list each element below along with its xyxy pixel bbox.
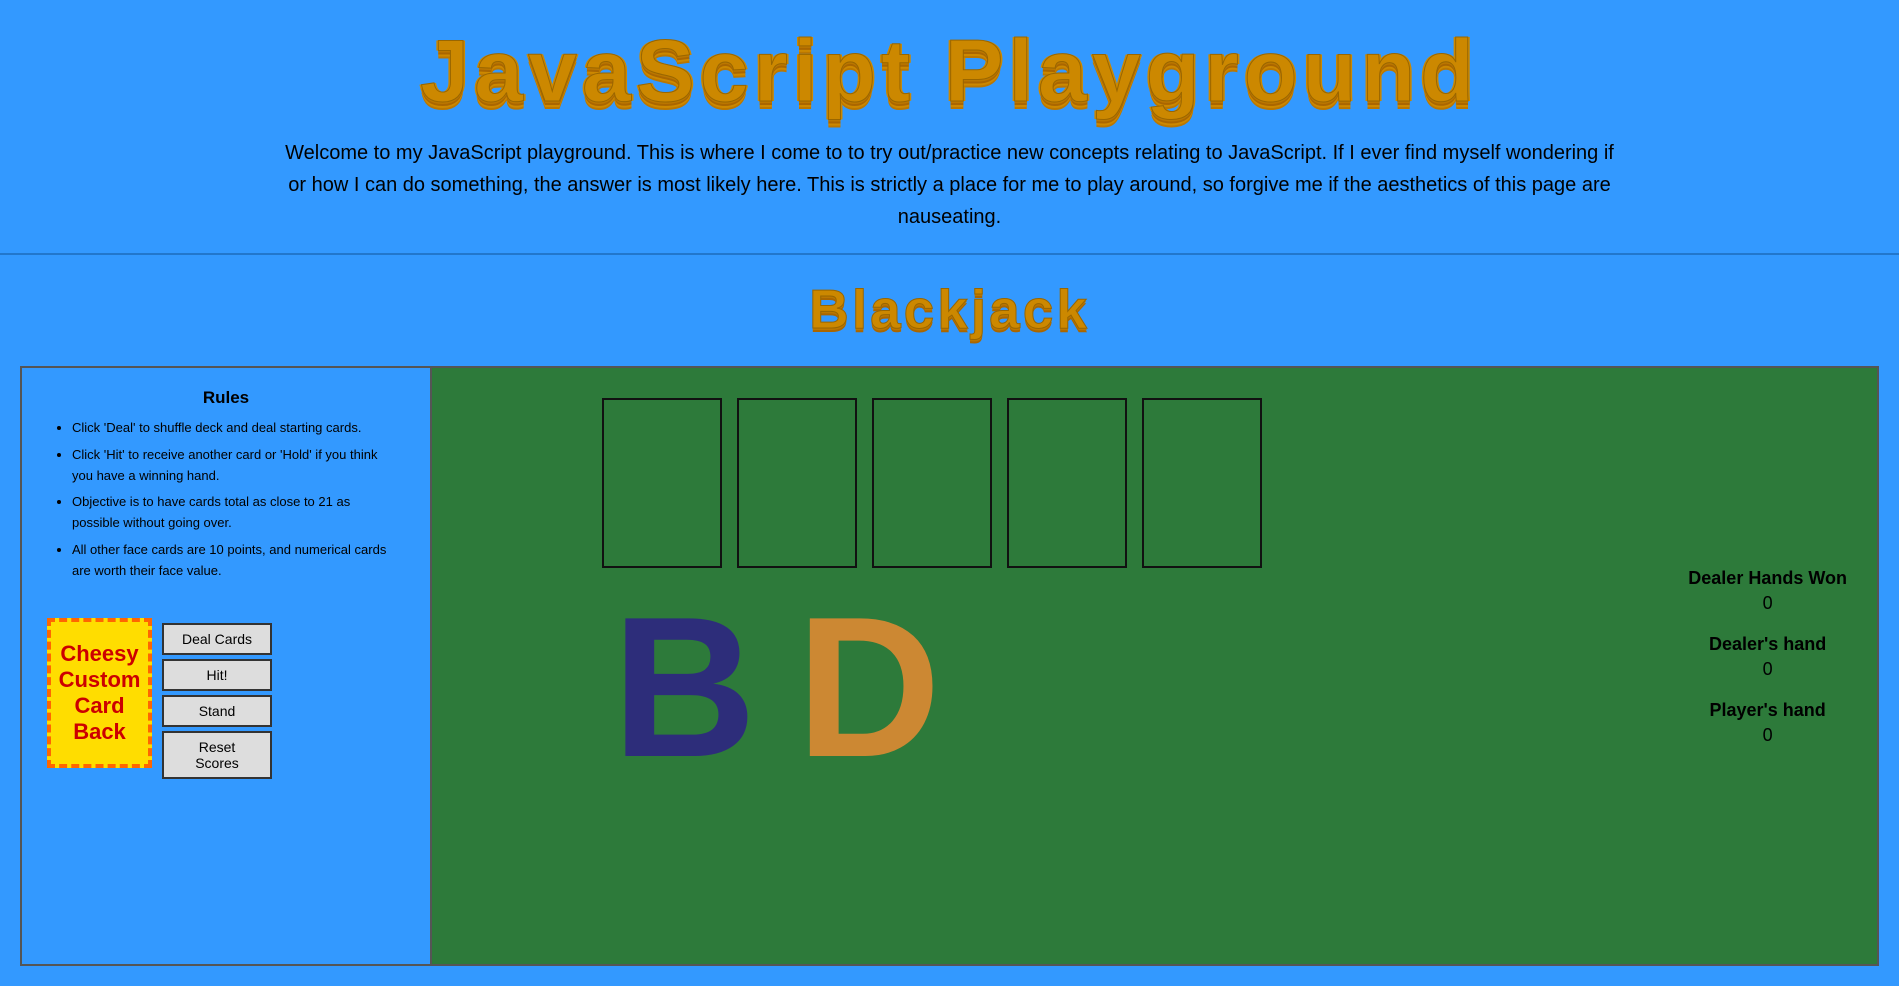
card-slots-row bbox=[602, 398, 1262, 568]
big-letter-d: D bbox=[796, 588, 940, 788]
card-back-display: Cheesy Custom Card Back bbox=[47, 618, 152, 768]
welcome-text: Welcome to my JavaScript playground. Thi… bbox=[0, 127, 1899, 243]
dealer-hand-label: Dealer's hand bbox=[1688, 634, 1847, 655]
rules-title: Rules bbox=[52, 388, 400, 408]
blackjack-title: Blackjack bbox=[0, 265, 1899, 361]
big-letter-b: B bbox=[612, 588, 756, 788]
card-slot-2 bbox=[737, 398, 857, 568]
header: JavaScript Playground Welcome to my Java… bbox=[0, 0, 1899, 366]
card-slot-4 bbox=[1007, 398, 1127, 568]
main-title: JavaScript Playground bbox=[0, 10, 1899, 127]
rule-item: All other face cards are 10 points, and … bbox=[72, 540, 400, 582]
game-container: Rules Click 'Deal' to shuffle deck and d… bbox=[20, 366, 1879, 966]
player-hand-label: Player's hand bbox=[1688, 700, 1847, 721]
card-slot-1 bbox=[602, 398, 722, 568]
card-controls: Cheesy Custom Card Back Deal Cards Hit! … bbox=[32, 618, 420, 779]
header-divider bbox=[0, 253, 1899, 255]
card-slot-5 bbox=[1142, 398, 1262, 568]
card-slot-3 bbox=[872, 398, 992, 568]
left-panel: Rules Click 'Deal' to shuffle deck and d… bbox=[22, 368, 432, 964]
deal-button[interactable]: Deal Cards bbox=[162, 623, 272, 655]
rule-item: Click 'Deal' to shuffle deck and deal st… bbox=[72, 418, 400, 439]
rules-list: Click 'Deal' to shuffle deck and deal st… bbox=[52, 418, 400, 582]
dealer-hands-won-value: 0 bbox=[1688, 593, 1847, 614]
stand-button[interactable]: Stand bbox=[162, 695, 272, 727]
green-table: B D Dealer Hands Won 0 Dealer's hand 0 P… bbox=[432, 368, 1877, 964]
hit-button[interactable]: Hit! bbox=[162, 659, 272, 691]
rules-section: Rules Click 'Deal' to shuffle deck and d… bbox=[32, 378, 420, 598]
dealer-hand-value: 0 bbox=[1688, 659, 1847, 680]
buttons-column: Deal Cards Hit! Stand Reset Scores bbox=[162, 623, 272, 779]
rule-item: Click 'Hit' to receive another card or '… bbox=[72, 445, 400, 487]
reset-button[interactable]: Reset Scores bbox=[162, 731, 272, 779]
big-letters: B D bbox=[612, 588, 941, 788]
dealer-hands-won-label: Dealer Hands Won bbox=[1688, 568, 1847, 589]
score-panel: Dealer Hands Won 0 Dealer's hand 0 Playe… bbox=[1688, 568, 1847, 766]
player-hand-value: 0 bbox=[1688, 725, 1847, 746]
rule-item: Objective is to have cards total as clos… bbox=[72, 492, 400, 534]
